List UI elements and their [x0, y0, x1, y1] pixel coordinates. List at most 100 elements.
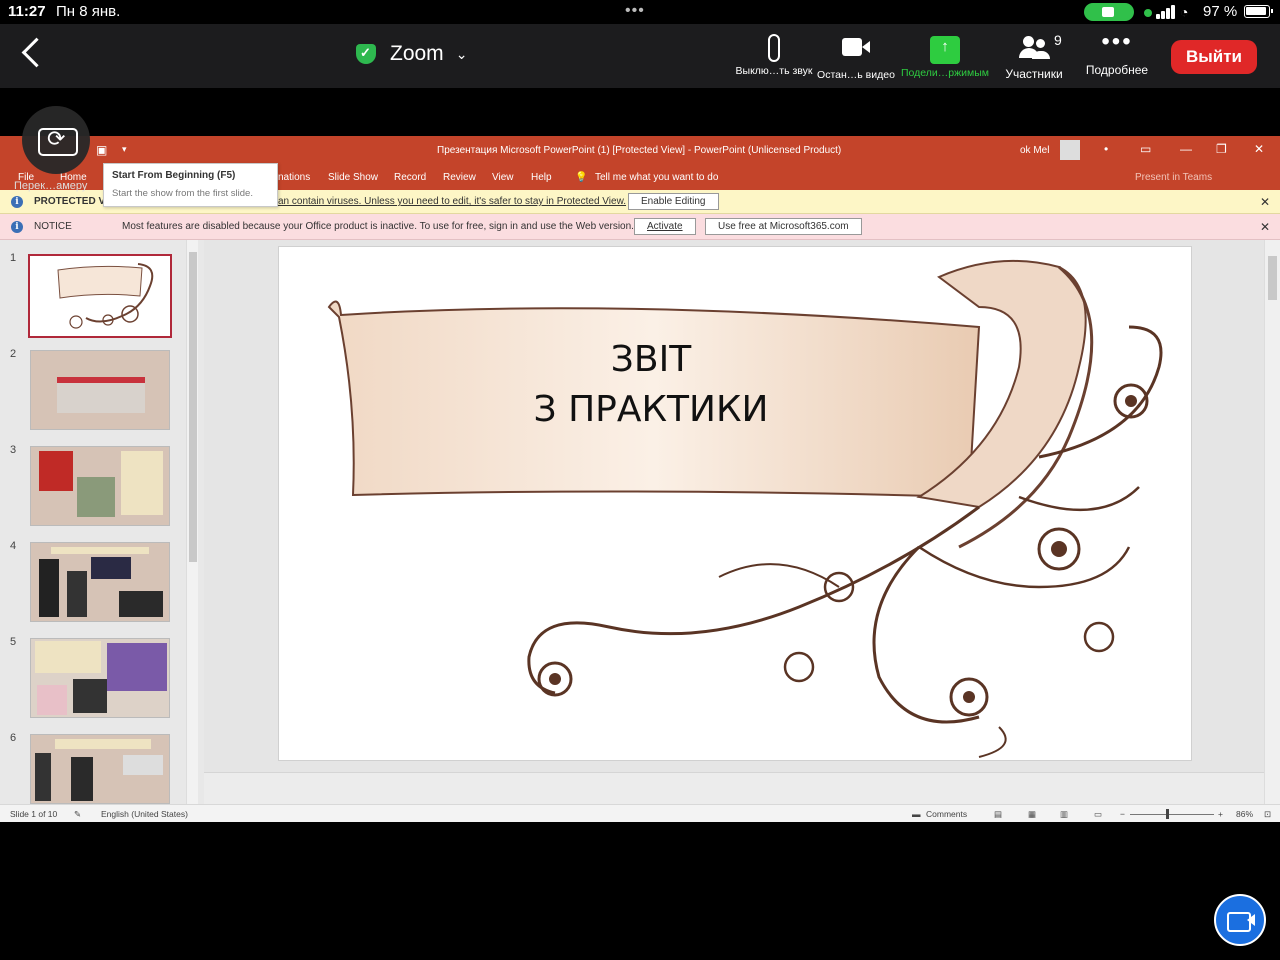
more-dots-icon: ••• — [1101, 28, 1133, 55]
back-chevron-icon[interactable] — [18, 36, 44, 70]
info-icon: i — [11, 196, 23, 208]
zoom-toolbar: Zoom ⌄ Выклю…ть звук Остан…ь видео ↑ Под… — [0, 24, 1280, 88]
tab-slide-show[interactable]: Slide Show — [328, 172, 378, 183]
slide-thumbnail-5[interactable] — [30, 638, 170, 718]
status-date: Пн 8 янв. — [56, 3, 121, 20]
share-content-button[interactable]: ↑ Подели…ржимым — [900, 32, 990, 84]
notice-bar: i NOTICE Most features are disabled beca… — [0, 214, 1280, 240]
slide-thumbnail-1[interactable] — [28, 254, 172, 338]
activate-button[interactable]: Activate — [634, 218, 696, 235]
slide-title[interactable]: ЗВІТ З ПРАКТИКИ — [429, 335, 873, 435]
avatar[interactable] — [1060, 140, 1080, 160]
scrollbar-thumb[interactable] — [189, 252, 197, 562]
start-from-beginning-icon[interactable]: ▣ — [96, 143, 107, 157]
slide-thumbnail-2[interactable] — [30, 350, 170, 430]
camera-active-indicator-icon — [1084, 3, 1134, 21]
participants-label: Участники — [1005, 67, 1063, 81]
tab-help[interactable]: Help — [531, 172, 552, 183]
notes-area[interactable] — [204, 772, 1264, 804]
zoom-slider-handle[interactable] — [1166, 809, 1169, 819]
battery-icon — [1244, 5, 1273, 18]
status-time: 11:27 — [8, 3, 46, 20]
slide-sorter-icon[interactable]: ▦ — [1028, 809, 1036, 820]
slide-title-line-2: З ПРАКТИКИ — [533, 389, 769, 430]
close-icon[interactable]: ✕ — [1260, 195, 1270, 209]
slide-scrollbar[interactable] — [1264, 240, 1280, 804]
more-button[interactable]: ••• Подробнее — [1072, 28, 1162, 84]
present-in-teams-button[interactable]: Present in Teams — [1135, 172, 1212, 183]
slide-editing-area: ЗВІТ З ПРАКТИКИ — [204, 240, 1264, 804]
customize-qat-icon[interactable]: ▾ — [122, 144, 127, 155]
participants-button[interactable]: Участники — [989, 32, 1079, 84]
thumb-number: 2 — [10, 348, 17, 360]
slide-thumbnail-3[interactable] — [30, 446, 170, 526]
thumb-number: 3 — [10, 444, 17, 456]
fit-to-window-icon[interactable]: ⊡ — [1264, 809, 1271, 820]
multitasking-dots-icon[interactable]: ••• — [625, 2, 645, 20]
slideshow-icon[interactable]: ▭ — [1094, 809, 1102, 820]
battery-percent: 97 % — [1203, 3, 1238, 20]
info-icon: i — [11, 221, 23, 233]
ios-status-bar: 11:27 Пн 8 янв. ••• ◔ 97 % — [0, 0, 1280, 24]
ppt-title-bar: ▣ ▾ Презентация Microsoft PowerPoint (1)… — [0, 136, 1280, 166]
thumb-number: 5 — [10, 636, 17, 648]
language-indicator[interactable]: English (United States) — [101, 809, 188, 819]
encryption-shield-icon — [356, 44, 376, 64]
meeting-title: Zoom — [390, 42, 444, 65]
thumb-number: 1 — [10, 252, 17, 264]
ppt-user-name[interactable]: ok Mel — [1020, 145, 1049, 156]
zoom-out-icon[interactable]: − — [1120, 809, 1125, 819]
use-free-button[interactable]: Use free at Microsoft365.com — [705, 218, 862, 235]
slide-counter: Slide 1 of 10 — [10, 809, 58, 819]
restore-icon[interactable]: ❐ — [1216, 142, 1227, 156]
enable-editing-button[interactable]: Enable Editing — [628, 193, 719, 210]
normal-view-icon[interactable]: ▤ — [994, 809, 1002, 820]
slide-thumbnail-4[interactable] — [30, 542, 170, 622]
zoom-percent[interactable]: 86% — [1236, 809, 1253, 819]
tooltip-description: Start the show from the first slide. — [112, 188, 253, 199]
scrollbar-thumb[interactable] — [1268, 256, 1277, 300]
thumb-number: 6 — [10, 732, 17, 744]
pen-icon[interactable]: • — [1104, 142, 1108, 156]
image-block — [73, 679, 107, 713]
tell-me-search[interactable]: Tell me what you want to do — [595, 172, 718, 183]
thumb-caption — [55, 739, 151, 749]
accessibility-icon[interactable]: ✎ — [74, 809, 81, 820]
phone-screenshot — [35, 753, 51, 801]
reading-view-icon[interactable]: ▥ — [1060, 809, 1068, 820]
ppt-window-title: Презентация Microsoft PowerPoint (1) [Pr… — [437, 145, 842, 156]
switch-camera-icon[interactable] — [22, 106, 90, 174]
zoom-in-icon[interactable]: + — [1218, 809, 1223, 819]
video-camera-icon[interactable] — [1214, 894, 1266, 946]
screen-screenshot — [91, 557, 131, 579]
video-label: Остан…ь видео — [817, 69, 895, 81]
leave-button[interactable]: Выйти — [1171, 40, 1257, 74]
building-image — [57, 377, 145, 413]
close-icon[interactable]: ✕ — [1254, 142, 1264, 156]
slide-title-line-1: ЗВІТ — [610, 339, 692, 380]
zoom-slider[interactable] — [1130, 814, 1214, 815]
screen-screenshot — [119, 591, 163, 617]
ribbon-display-icon[interactable]: ▭ — [1140, 142, 1151, 156]
mute-button[interactable]: Выклю…ть звук — [729, 32, 819, 84]
notice-label: NOTICE — [34, 221, 72, 232]
thumb-caption — [51, 547, 149, 554]
comments-icon[interactable]: ▬ — [912, 809, 921, 819]
thumbnails-scrollbar[interactable] — [186, 240, 198, 804]
thumb-caption — [41, 355, 163, 369]
tab-record[interactable]: Record — [394, 172, 426, 183]
stop-video-button[interactable]: Остан…ь видео — [811, 32, 901, 84]
tab-animations[interactable]: nations — [278, 172, 310, 183]
tab-review[interactable]: Review — [443, 172, 476, 183]
comments-button[interactable]: Comments — [926, 809, 967, 819]
mic-indicator-icon — [1144, 9, 1152, 17]
close-icon[interactable]: ✕ — [1260, 220, 1270, 234]
meeting-title-dropdown[interactable]: Zoom ⌄ — [356, 40, 467, 68]
current-slide[interactable]: ЗВІТ З ПРАКТИКИ — [278, 246, 1192, 761]
phone-screenshot — [39, 559, 59, 617]
tab-view[interactable]: View — [492, 172, 514, 183]
ppt-status-bar: Slide 1 of 10 ✎ English (United States) … — [0, 804, 1280, 822]
slide-thumbnail-6[interactable] — [30, 734, 170, 804]
minimize-icon[interactable]: — — [1180, 142, 1192, 156]
phone-screenshot — [67, 571, 87, 617]
